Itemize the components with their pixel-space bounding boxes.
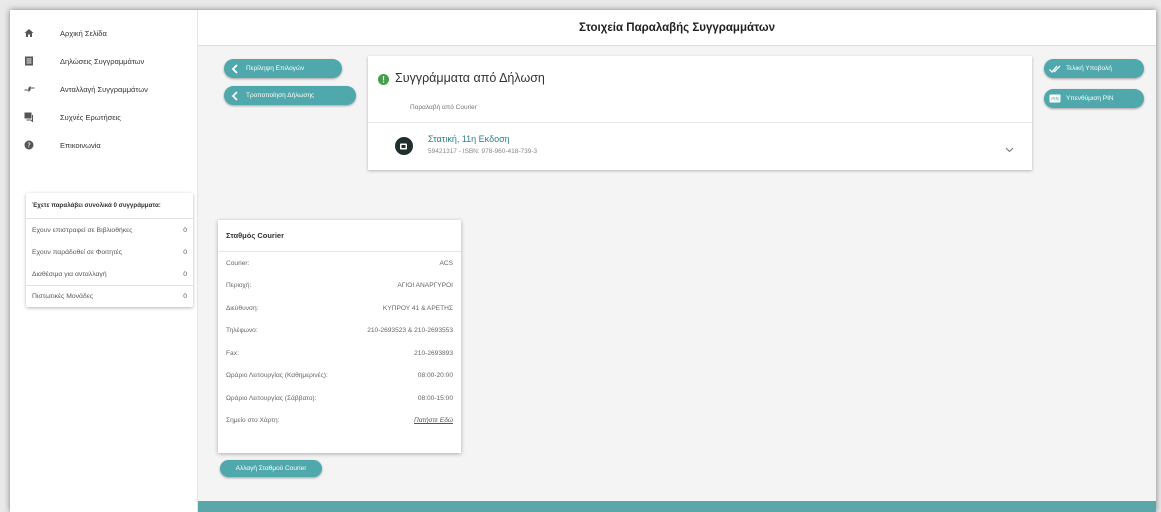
courier-row-label: Ωράριο Λειτουργίας (Σάββατο): (226, 394, 317, 402)
stats-row: Εχουν επιστραφεί σε Βιβλιοθήκες 0 (26, 219, 193, 241)
courier-row-label: Ωράριο Λειτουργίας (Καθημερινές): (226, 372, 328, 380)
map-link[interactable]: Πατήστε Εδώ (414, 417, 453, 424)
summary-label: Περίληψη Επιλογών (246, 65, 305, 72)
stats-row-value: 0 (183, 293, 187, 300)
page-title: Στοιχεία Παραλαβής Συγγραμμάτων (578, 21, 775, 34)
stats-row-label: Διαθέσιμα για ανταλλαγή (32, 270, 107, 278)
map-label: Σημείο στο Χάρτη: (226, 417, 280, 425)
sidebar-item-faq[interactable]: Συχνές Ερωτήσεις (10, 106, 198, 128)
courier-row: Τηλέφωνο: 210-2693523 & 210-2693553 (218, 320, 461, 343)
stats-row-value: 0 (183, 226, 187, 234)
stats-heading: Έχετε παραλάβει συνολικά 0 συγγράμματα: (26, 193, 193, 219)
sidebar-item-label: Συχνές Ερωτήσεις (60, 112, 121, 122)
sidebar-item-declarations[interactable]: Δηλώσεις Συγγραμμάτων (10, 50, 198, 72)
stats-row: Διαθέσιμα για ανταλλαγή 0 (26, 263, 193, 285)
list-icon (23, 55, 35, 67)
change-courier-button[interactable]: Αλλαγή Σταθμού Courier (220, 460, 322, 477)
stats-row-label: Πιστωτικές Μονάδες (32, 293, 94, 300)
forum-icon (23, 111, 35, 123)
book-title: Στατική, 11η Εκδοση (428, 134, 510, 144)
help-icon: ? (23, 139, 35, 151)
courier-row-value: ΑΓΙΟΙ ΑΝΑΡΓΥΡΟΙ (397, 282, 453, 290)
chevron-down-icon[interactable] (1005, 140, 1014, 158)
stats-row: Πιστωτικές Μονάδες 0 (26, 285, 193, 307)
panel-header: Συγγράμματα από Δήλωση Παραλαβή από Cour… (368, 56, 1032, 122)
stats-row-label: Εχουν παράδοθεί σε Φοιτητές (32, 248, 123, 256)
sidebar: Αρχική Σελίδα Δηλώσεις Συγγραμμάτων Αντα… (10, 10, 198, 512)
panel-subtitle: Παραλαβή από Courier (410, 104, 477, 111)
sidebar-item-label: Ανταλλαγή Συγγραμμάτων (60, 84, 148, 94)
courier-row-label: Τηλέφωνο: (226, 327, 258, 335)
courier-row-label: Fax: (226, 349, 239, 357)
courier-row: Περιοχή: ΑΓΙΟΙ ΑΝΑΡΓΥΡΟΙ (218, 275, 461, 298)
courier-row-value: ΚΥΠΡΟΥ 41 & ΑΡΕΤΗΣ (382, 304, 453, 312)
stats-row-value: 0 (183, 248, 187, 256)
courier-station-card: Σταθμός Courier Courier: ACS Περιοχή: ΑΓ… (218, 220, 461, 453)
courier-row-value: 08:00-15:00 (417, 394, 453, 402)
modify-declaration-button[interactable]: Τροποποίηση Δήλωσης (224, 86, 356, 105)
sidebar-item-home[interactable]: Αρχική Σελίδα (10, 22, 198, 44)
panel-title: Συγγράμματα από Δήλωση (395, 71, 545, 85)
courier-row-label: Courier: (226, 259, 250, 267)
chevron-left-icon (228, 89, 242, 103)
pin-icon: PIN (1048, 92, 1062, 106)
sidebar-item-label: Επικοινωνία (60, 140, 101, 150)
check-circle-icon (378, 72, 389, 90)
modify-label: Τροποποίηση Δήλωσης (246, 92, 315, 99)
courier-row: Διεύθυνση: ΚΥΠΡΟΥ 41 & ΑΡΕΤΗΣ (218, 297, 461, 320)
stats-card: Έχετε παραλάβει συνολικά 0 συγγράμματα: … (26, 193, 193, 307)
swap-icon (23, 83, 35, 95)
courier-row-value: 08:00-20:00 (417, 372, 453, 380)
courier-row-value: ACS (439, 259, 453, 267)
courier-row-label: Περιοχή: (226, 282, 252, 290)
sidebar-item-label: Δηλώσεις Συγγραμμάτων (60, 56, 145, 66)
change-courier-label: Αλλαγή Σταθμού Courier (235, 465, 307, 472)
courier-row-value: 210-2693523 & 210-2693553 (367, 327, 453, 335)
books-panel: Συγγράμματα από Δήλωση Παραλαβή από Cour… (368, 56, 1032, 170)
app-window: Αρχική Σελίδα Δηλώσεις Συγγραμμάτων Αντα… (10, 10, 1156, 512)
final-submit-label: Τελική Υποβολή (1066, 65, 1112, 72)
footer-bar (198, 501, 1156, 512)
courier-row-map: Σημείο στο Χάρτη: Πατήστε Εδώ (218, 410, 461, 433)
courier-row: Courier: ACS (218, 252, 461, 275)
book-item[interactable]: Στατική, 11η Εκδοση 59421317 - ISBN: 978… (368, 122, 1032, 170)
title-bar: Στοιχεία Παραλαβής Συγγραμμάτων (198, 10, 1156, 46)
pin-reminder-label: Υπενθύμιση PIN (1066, 95, 1114, 102)
home-icon (23, 27, 35, 39)
chevron-left-icon (228, 62, 242, 76)
courier-row-label: Διεύθυνση: (226, 304, 259, 312)
double-check-icon (1048, 62, 1062, 76)
courier-heading: Σταθμός Courier (218, 220, 461, 252)
final-submit-button[interactable]: Τελική Υποβολή (1044, 59, 1144, 78)
summary-button[interactable]: Περίληψη Επιλογών (224, 59, 342, 78)
sidebar-item-label: Αρχική Σελίδα (60, 28, 107, 38)
stats-row-label: Εχουν επιστραφεί σε Βιβλιοθήκες (32, 226, 133, 234)
courier-row-value: 210-2693893 (414, 349, 453, 357)
stats-row-value: 0 (183, 270, 187, 278)
main-content: Στοιχεία Παραλαβής Συγγραμμάτων Περίληψη… (198, 10, 1156, 512)
courier-row: Ωράριο Λειτουργίας (Καθημερινές): 08:00-… (218, 365, 461, 388)
courier-row: Fax: 210-2693893 (218, 342, 461, 365)
svg-text:?: ? (27, 141, 31, 149)
courier-row: Ωράριο Λειτουργίας (Σάββατο): 08:00-15:0… (218, 387, 461, 410)
stats-row: Εχουν παράδοθεί σε Φοιτητές 0 (26, 241, 193, 263)
sidebar-item-contact[interactable]: ? Επικοινωνία (10, 134, 198, 156)
svg-text:PIN: PIN (1051, 96, 1058, 102)
book-icon (395, 137, 413, 155)
sidebar-item-exchange[interactable]: Ανταλλαγή Συγγραμμάτων (10, 78, 198, 100)
book-meta: 59421317 - ISBN: 978-960-418-739-3 (428, 148, 538, 155)
pin-reminder-button[interactable]: PIN Υπενθύμιση PIN (1044, 89, 1144, 108)
